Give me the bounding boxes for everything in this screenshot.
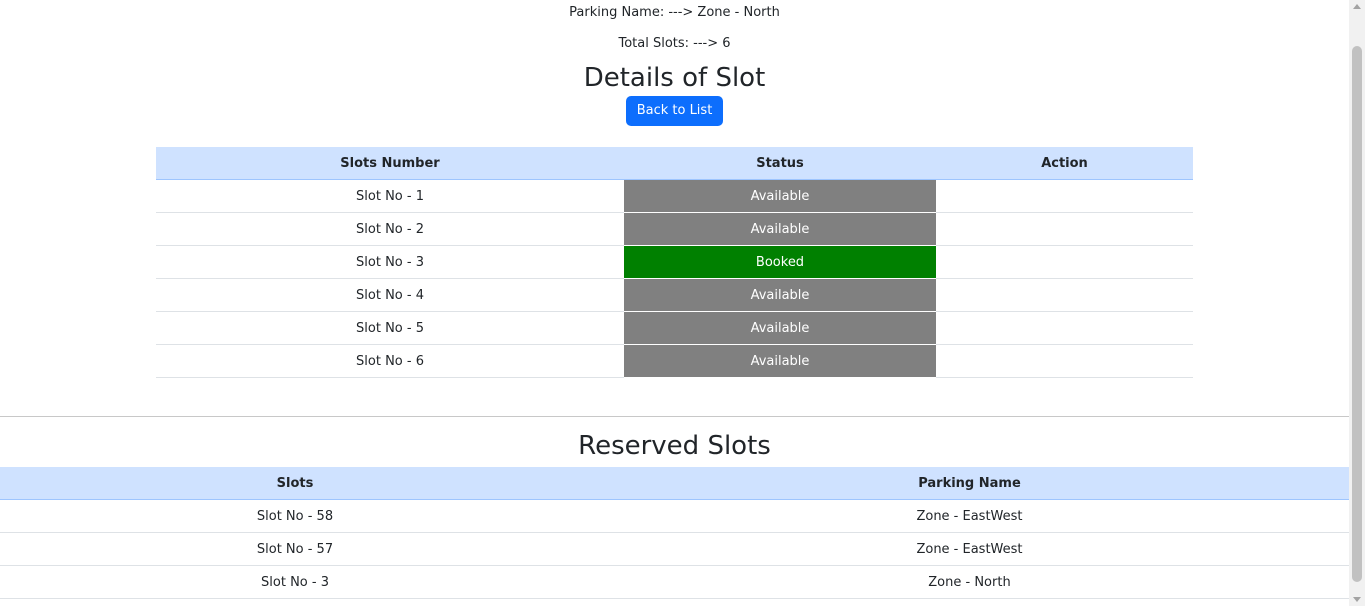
action-cell	[936, 278, 1193, 312]
slot-number-cell: Slot No - 4	[156, 278, 624, 312]
status-cell: Available	[624, 179, 936, 213]
table-row: Slot No - 6 Available	[156, 344, 1193, 378]
back-to-list-button[interactable]: Back to List	[625, 96, 724, 126]
action-cell	[936, 344, 1193, 378]
reserved-slots-table: Slots Parking Name Slot No - 58 Zone - E…	[0, 467, 1349, 599]
table-row: Slot No - 58 Zone - EastWest	[0, 499, 1349, 533]
vertical-scrollbar[interactable]	[1349, 0, 1365, 606]
table-row: Slot No - 2 Available	[156, 212, 1193, 246]
status-cell: Booked	[624, 245, 936, 279]
reserved-slot-cell: Slot No - 58	[0, 499, 590, 533]
status-cell: Available	[624, 311, 936, 345]
reserved-slots-title: Reserved Slots	[578, 431, 771, 461]
scroll-up-arrow-icon[interactable]	[1353, 4, 1361, 9]
action-cell	[936, 212, 1193, 246]
status-cell: Available	[624, 278, 936, 312]
status-cell: Available	[624, 212, 936, 246]
reserved-parking-name-cell: Zone - North	[590, 565, 1349, 599]
table-row: Slot No - 1 Available	[156, 179, 1193, 213]
reserved-parking-name-cell: Zone - EastWest	[590, 532, 1349, 566]
parking-name-line: Parking Name: ---> Zone - North	[569, 5, 780, 20]
reserved-slot-cell: Slot No - 3	[0, 565, 590, 599]
slot-table-header-row: Slots Number Status Action	[156, 147, 1193, 180]
action-cell	[936, 311, 1193, 345]
table-row: Slot No - 5 Available	[156, 311, 1193, 345]
total-slots-line: Total Slots: ---> 6	[618, 36, 731, 51]
table-row: Slot No - 3 Booked	[156, 245, 1193, 279]
slot-number-cell: Slot No - 5	[156, 311, 624, 345]
slot-number-cell: Slot No - 1	[156, 179, 624, 213]
table-row: Slot No - 3 Zone - North	[0, 565, 1349, 599]
slot-number-cell: Slot No - 3	[156, 245, 624, 279]
page: Parking Name: ---> Zone - North Total Sl…	[0, 0, 1349, 606]
reserved-slot-cell: Slot No - 57	[0, 532, 590, 566]
column-header-status: Status	[624, 147, 936, 180]
action-cell	[936, 245, 1193, 279]
status-cell: Available	[624, 344, 936, 378]
scrollbar-thumb[interactable]	[1352, 46, 1362, 582]
action-cell	[936, 179, 1193, 213]
table-row: Slot No - 57 Zone - EastWest	[0, 532, 1349, 566]
slot-details-table: Slots Number Status Action Slot No - 1 A…	[156, 147, 1193, 378]
column-header-parking-name: Parking Name	[590, 467, 1349, 500]
details-title: Details of Slot	[583, 63, 766, 93]
section-divider	[0, 416, 1349, 417]
slot-number-cell: Slot No - 6	[156, 344, 624, 378]
back-button-wrap: Back to List	[0, 96, 1349, 126]
column-header-action: Action	[936, 147, 1193, 180]
column-header-slots-number: Slots Number	[156, 147, 624, 180]
table-row: Slot No - 4 Available	[156, 278, 1193, 312]
scroll-down-arrow-icon[interactable]	[1353, 597, 1361, 602]
reserved-parking-name-cell: Zone - EastWest	[590, 499, 1349, 533]
column-header-slots: Slots	[0, 467, 590, 500]
slot-number-cell: Slot No - 2	[156, 212, 624, 246]
reserved-table-header-row: Slots Parking Name	[0, 467, 1349, 500]
